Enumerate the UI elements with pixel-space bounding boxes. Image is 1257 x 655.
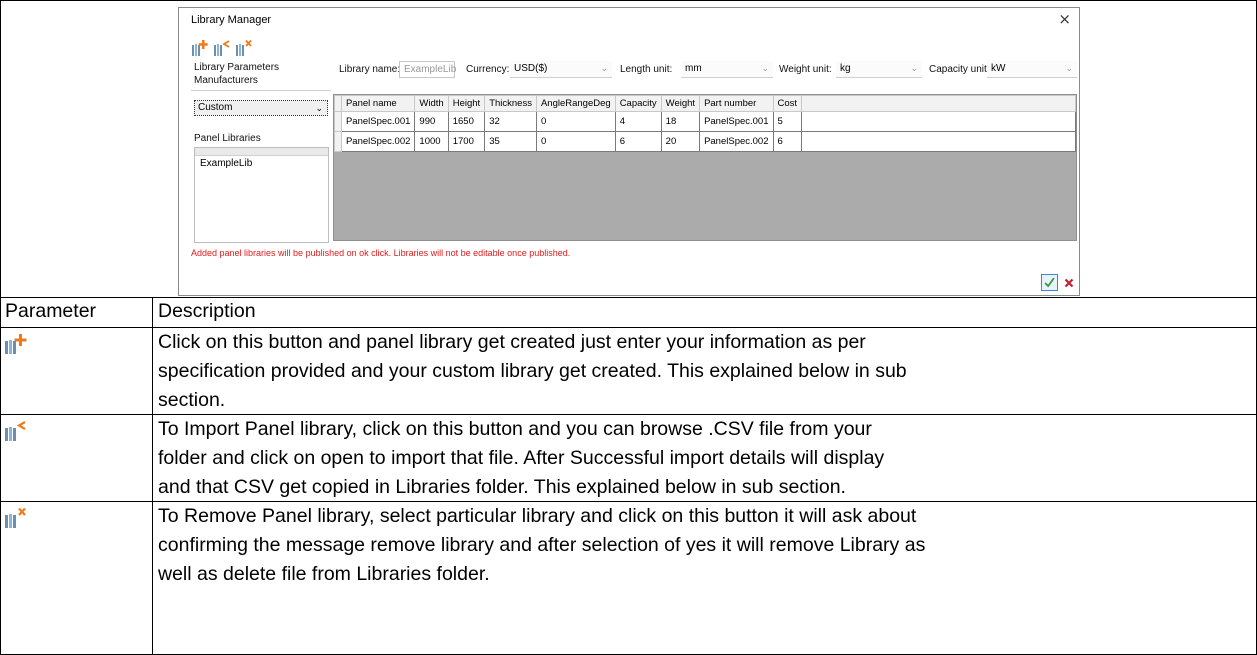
ok-button[interactable]	[1041, 274, 1058, 291]
grid-cell[interactable]: 1000	[414, 131, 449, 152]
grid-cell[interactable]: PanelSpec.001	[699, 111, 774, 132]
description-line: specification provided and your custom l…	[158, 360, 907, 382]
grid-cell[interactable]: 4	[614, 111, 662, 132]
add-library-icon[interactable]	[191, 39, 209, 57]
description-line: well as delete file from Libraries folde…	[158, 563, 490, 585]
panel-libraries-label: Panel Libraries	[194, 133, 261, 144]
description-line: To Import Panel library, click on this b…	[158, 418, 872, 440]
library-toolbar	[191, 39, 253, 57]
grid-cell[interactable]: 6	[614, 131, 662, 152]
grid-filler	[801, 111, 1076, 132]
list-header	[195, 148, 328, 156]
chevron-down-icon: ⌄	[1065, 63, 1073, 73]
capacity-unit-label: Capacity unit:	[929, 64, 990, 75]
table-border-top	[0, 0, 1257, 1]
grid-cell[interactable]: 5	[772, 111, 803, 132]
grid-cell[interactable]: 6	[772, 131, 803, 152]
row-description: To Remove Panel library, select particul…	[158, 502, 925, 589]
column-header[interactable]: Capacity	[614, 95, 662, 112]
length-unit-label: Length unit:	[620, 64, 673, 75]
header-description: Description	[158, 300, 256, 322]
grid-cell[interactable]: PanelSpec.002	[340, 131, 416, 152]
weight-unit-select-value: kg	[840, 63, 851, 74]
manufacturer-select[interactable]: Custom ⌄	[194, 100, 328, 116]
chevron-down-icon: ⌄	[910, 63, 918, 73]
header-parameter: Parameter	[5, 300, 97, 322]
manufacturer-select-value: Custom	[198, 102, 233, 113]
column-header[interactable]: Part number	[699, 95, 774, 112]
table-row[interactable]: PanelSpec.002 1000 1700 35 0 6 20 PanelS…	[334, 131, 1076, 152]
grid-cell[interactable]: 35	[484, 131, 537, 152]
grid-cell[interactable]: 32	[484, 111, 537, 132]
grid-cell[interactable]: PanelSpec.001	[340, 111, 416, 132]
weight-unit-label: Weight unit:	[779, 64, 832, 75]
remove-library-icon	[4, 507, 28, 529]
library-manager-dialog: Library Manager × Library Parameters Man…	[178, 7, 1080, 296]
description-line: section.	[158, 389, 226, 411]
column-header[interactable]: Thickness	[484, 95, 537, 112]
remove-library-icon[interactable]	[235, 39, 253, 57]
capacity-unit-select[interactable]: kW ⌄	[987, 61, 1077, 78]
description-line: folder and click on open to import that …	[158, 447, 885, 469]
currency-label: Currency:	[466, 64, 510, 75]
grid-cell[interactable]: 0	[535, 111, 616, 132]
grid-cell[interactable]: 1700	[447, 131, 486, 152]
table-border-left	[0, 0, 1, 655]
panel-spec-grid[interactable]: Panel name Width Height Thickness AngleR…	[333, 94, 1077, 241]
table-row[interactable]: PanelSpec.001 990 1650 32 0 4 18 PanelSp…	[334, 111, 1076, 132]
column-header[interactable]: Cost	[772, 95, 803, 112]
publish-notice: Added panel libraries will be published …	[191, 248, 571, 258]
grid-cell[interactable]: 20	[660, 131, 701, 152]
grid-cell[interactable]: PanelSpec.002	[699, 131, 774, 152]
grid-cell[interactable]: 0	[535, 131, 616, 152]
weight-unit-select[interactable]: kg ⌄	[836, 61, 922, 78]
close-icon[interactable]: ×	[1058, 10, 1071, 28]
capacity-unit-select-value: kW	[991, 63, 1006, 74]
tab-library-parameters[interactable]: Library Parameters	[194, 62, 279, 73]
row-description: Click on this button and panel library g…	[158, 328, 907, 415]
import-library-icon	[4, 420, 28, 442]
table-column-divider	[152, 297, 153, 655]
description-line: confirming the message remove library an…	[158, 534, 926, 556]
grid-cell[interactable]: 1650	[447, 111, 486, 132]
length-unit-select[interactable]: mm ⌄	[681, 61, 773, 78]
import-library-icon[interactable]	[213, 39, 231, 57]
column-header[interactable]: AngleRangeDeg	[535, 95, 616, 112]
list-item[interactable]: ExampleLib	[195, 156, 328, 171]
currency-select[interactable]: USD($) ⌄	[510, 61, 612, 78]
description-line: Click on this button and panel library g…	[158, 331, 866, 353]
chevron-down-icon: ⌄	[761, 63, 769, 73]
tab-divider	[191, 90, 331, 91]
red-x-icon	[1064, 278, 1074, 288]
description-line: and that CSV get copied in Libraries fol…	[158, 476, 846, 498]
cancel-button[interactable]	[1061, 274, 1077, 291]
dialog-title: Library Manager	[191, 14, 272, 26]
row-description: To Import Panel library, click on this b…	[158, 415, 884, 502]
checkmark-icon	[1044, 277, 1055, 288]
grid-header-row: Panel name Width Height Thickness AngleR…	[334, 95, 1076, 112]
row-header-cell	[334, 111, 342, 132]
row-header-cell	[334, 131, 342, 152]
chevron-down-icon: ⌄	[600, 63, 608, 73]
grid-filler	[801, 95, 1076, 112]
chevron-down-icon: ⌄	[315, 103, 323, 113]
grid-cell[interactable]: 18	[660, 111, 701, 132]
manufacturers-label: Manufacturers	[194, 75, 258, 86]
column-header[interactable]: Weight	[660, 95, 701, 112]
column-header[interactable]: Width	[414, 95, 449, 112]
length-unit-select-value: mm	[685, 63, 702, 74]
description-line: To Remove Panel library, select particul…	[158, 505, 917, 527]
currency-select-value: USD($)	[514, 63, 548, 74]
row-header-cell	[334, 95, 342, 112]
grid-cell[interactable]: 990	[414, 111, 449, 132]
column-header[interactable]: Panel name	[340, 95, 416, 112]
column-header[interactable]: Height	[447, 95, 486, 112]
library-name-field[interactable]: ExampleLib	[399, 61, 456, 78]
grid-filler	[801, 131, 1076, 152]
library-name-label: Library name:	[339, 64, 401, 75]
panel-libraries-list[interactable]: ExampleLib	[194, 147, 329, 243]
add-library-icon	[4, 333, 28, 355]
